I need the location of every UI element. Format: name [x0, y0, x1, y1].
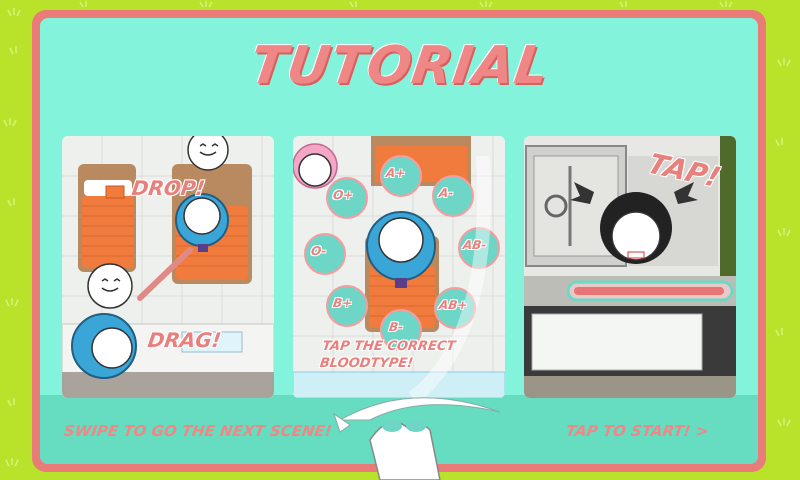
bloodtype-ab-pos[interactable]: AB+: [438, 298, 468, 312]
scene-drag-drop: DROP! DRAG!: [62, 136, 274, 398]
bloodtype-o-neg[interactable]: O-: [310, 244, 327, 258]
bloodtype-b-pos[interactable]: B+: [332, 296, 353, 310]
drop-label: DROP!: [130, 176, 207, 200]
bloodtype-instruction: TAP THE CORRECT BLOODTYPE!: [319, 338, 457, 372]
bloodtype-b-neg[interactable]: B-: [388, 320, 404, 334]
swipe-hand-icon: [333, 397, 501, 480]
scene-bloodtype: A+ A- O+ O- AB- B+ AB+ B- TAP THE CORREC…: [293, 136, 505, 398]
tap-to-start-button[interactable]: TAP TO START! >: [565, 422, 710, 440]
bloodtype-a-neg[interactable]: A-: [438, 186, 454, 200]
bloodtype-a-pos[interactable]: A+: [385, 166, 406, 180]
bloodtype-o-pos[interactable]: O+: [332, 188, 354, 202]
tutorial-title: TUTORIAL: [246, 36, 554, 96]
drag-label: DRAG!: [146, 328, 223, 352]
bloodtype-instruction-line1: TAP THE CORRECT: [321, 339, 457, 354]
swipe-hint: SWIPE TO GO THE NEXT SCENE!: [62, 422, 333, 440]
scene-tap: TAP!: [524, 136, 736, 398]
bloodtype-instruction-line2: BLOODTYPE!: [318, 356, 415, 371]
bloodtype-ab-neg[interactable]: AB-: [462, 238, 487, 252]
